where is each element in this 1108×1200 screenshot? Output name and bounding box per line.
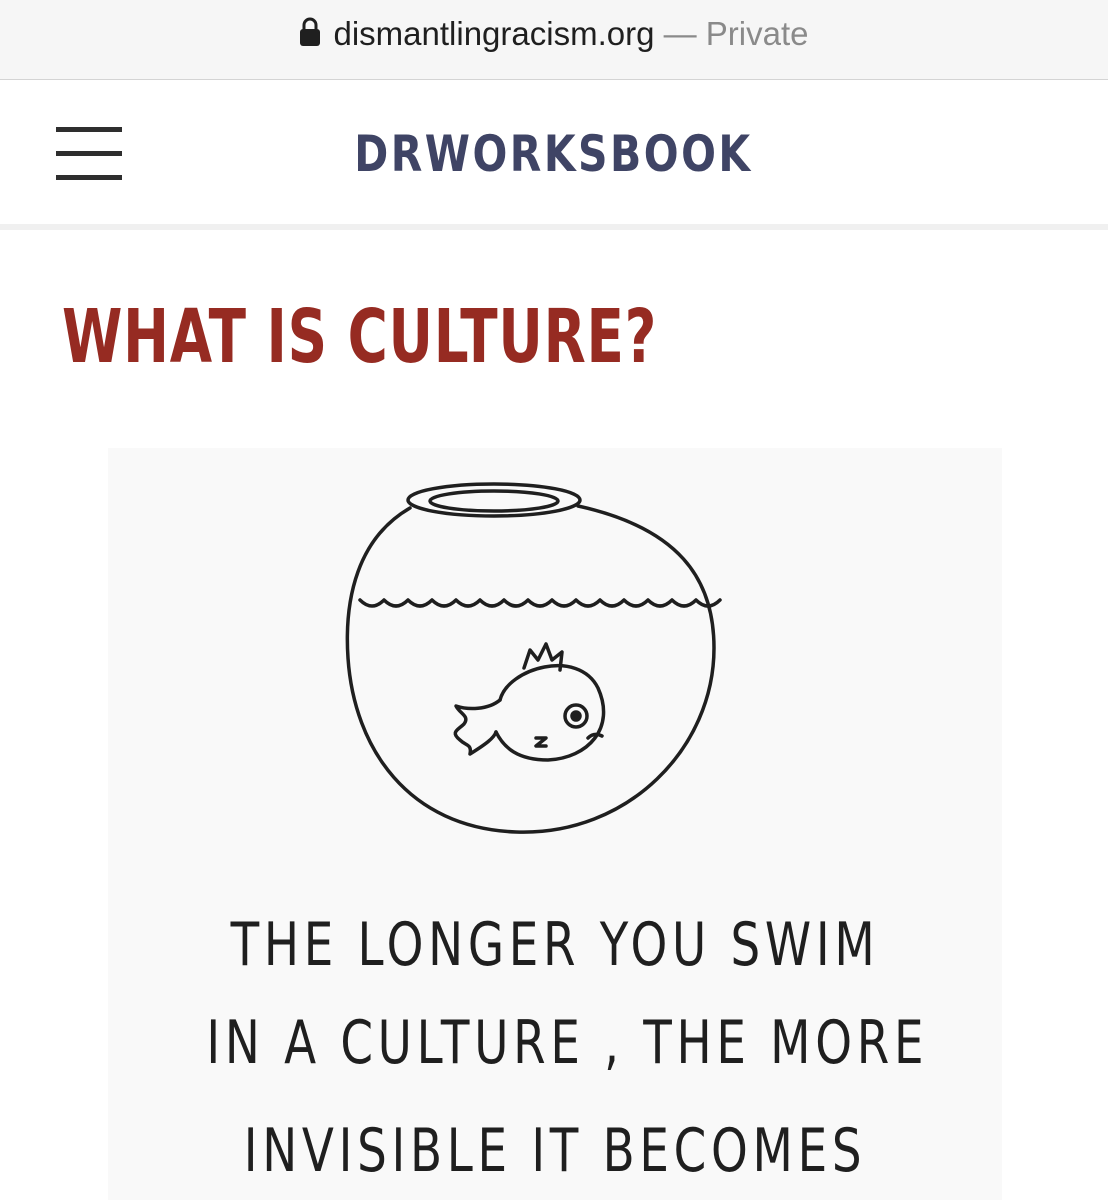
- site-header: DRWORKSBOOK: [0, 81, 1108, 224]
- header-divider: [0, 224, 1108, 230]
- site-title[interactable]: DRWORKSBOOK: [99, 125, 1008, 183]
- url-display[interactable]: dismantlingracism.org — Private: [0, 14, 1108, 54]
- url-separator: —: [663, 15, 697, 52]
- lock-icon: [300, 17, 321, 47]
- fishbowl-drawing: [345, 482, 722, 834]
- caption-line-2: IN A CULTURE , THE MORE: [206, 1008, 929, 1078]
- private-mode-label: Private: [705, 15, 809, 52]
- browser-url-bar[interactable]: dismantlingracism.org — Private: [0, 0, 1108, 80]
- caption-line-3: INVISIBLE IT BECOMES: [243, 1116, 867, 1186]
- caption-line-1: THE LONGER YOU SWIM: [230, 910, 880, 980]
- url-domain: dismantlingracism.org: [333, 15, 655, 52]
- page-heading: WHAT IS CULTURE?: [62, 294, 658, 380]
- fishbowl-illustration: THE LONGER YOU SWIM IN A CULTURE , THE M…: [108, 448, 1002, 1200]
